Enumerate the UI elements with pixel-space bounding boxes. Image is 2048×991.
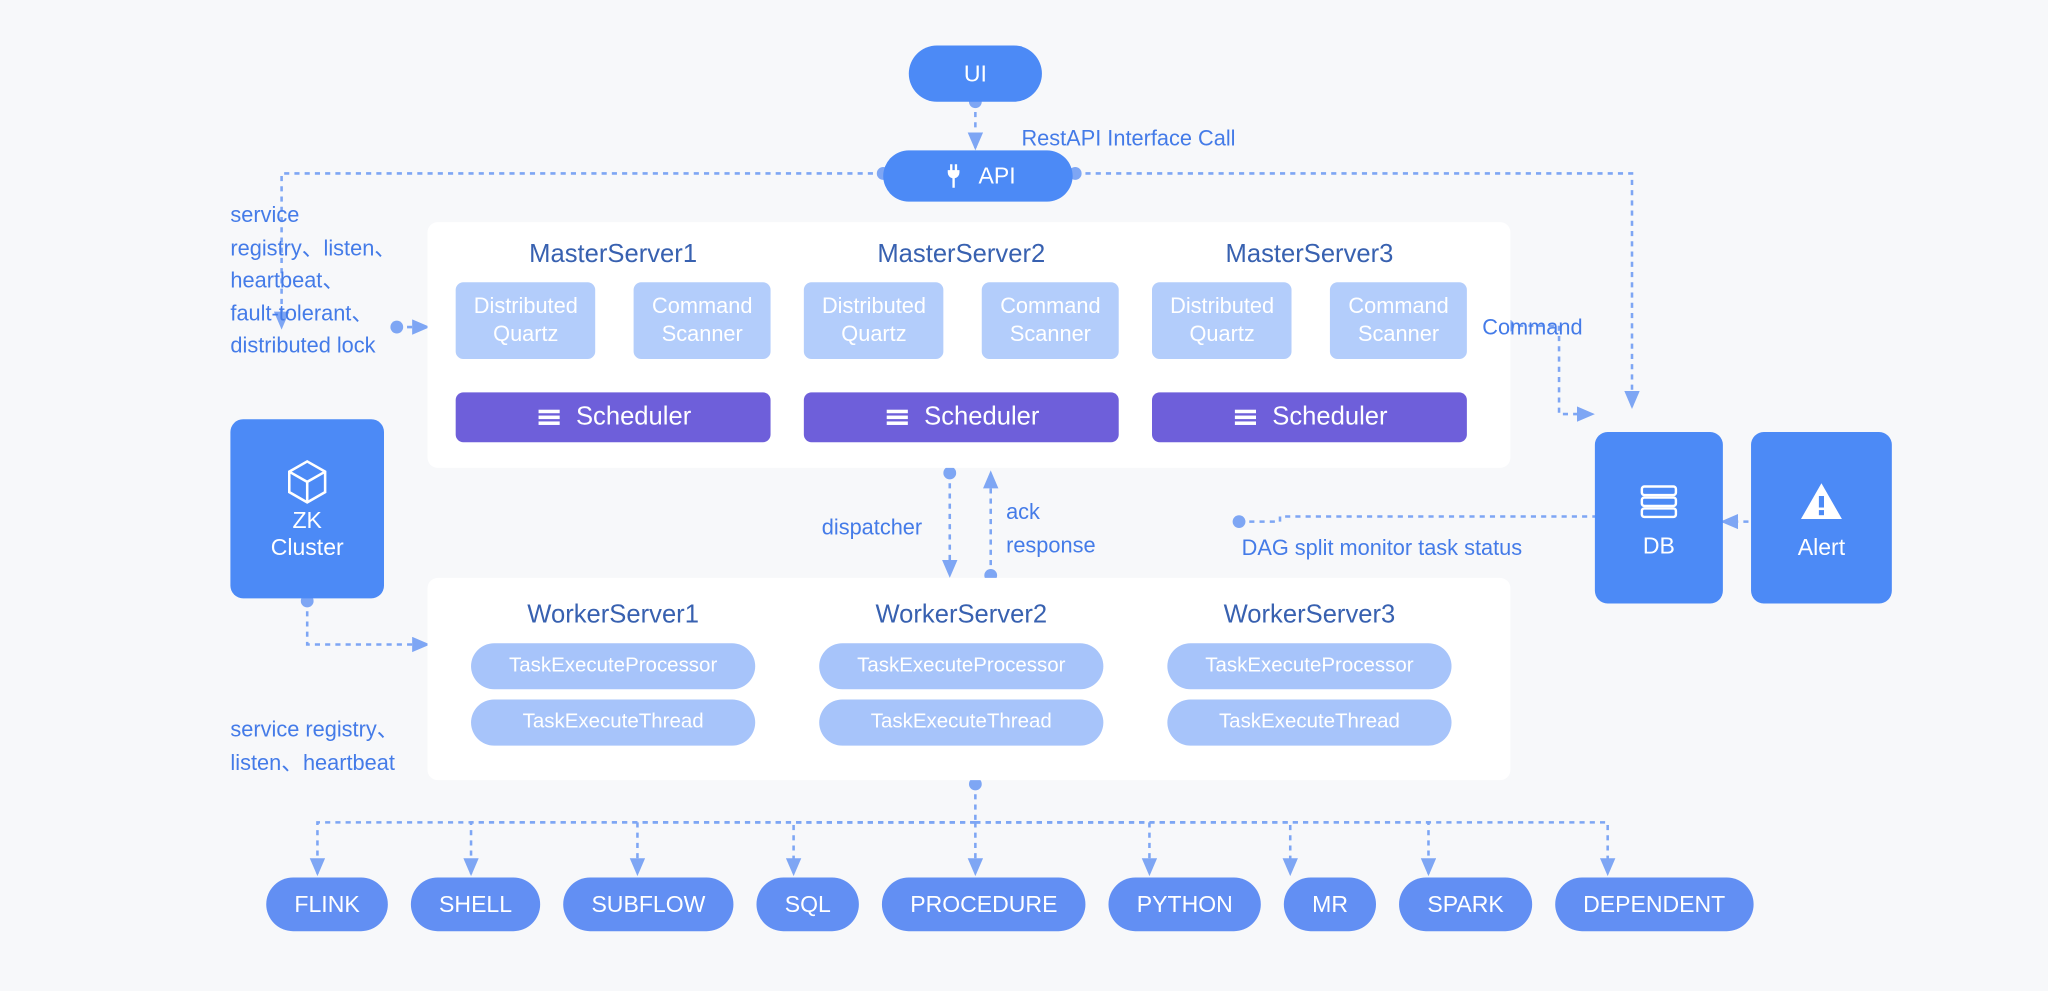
worker3-title: WorkerServer3 — [1144, 600, 1474, 629]
task-dependent: DEPENDENT — [1555, 877, 1753, 931]
worker2-thread: TaskExecuteThread — [819, 699, 1103, 745]
command-label: Command — [1482, 311, 1582, 344]
master2-scheduler: Scheduler — [804, 392, 1119, 442]
worker3-processor: TaskExecuteProcessor — [1167, 643, 1451, 689]
master2-distributed-quartz: DistributedQuartz — [804, 282, 944, 359]
db-icon — [1635, 476, 1684, 525]
dag-label: DAG split monitor task status — [1242, 531, 1523, 564]
master1-distributed-quartz: DistributedQuartz — [456, 282, 596, 359]
task-procedure: PROCEDURE — [882, 877, 1086, 931]
task-spark: SPARK — [1399, 877, 1532, 931]
task-flink: FLINK — [266, 877, 388, 931]
dispatcher-label: dispatcher — [822, 511, 922, 544]
task-python: PYTHON — [1109, 877, 1261, 931]
master3-scheduler: Scheduler — [1152, 392, 1467, 442]
worker1-thread: TaskExecuteThread — [471, 699, 755, 745]
task-shell: SHELL — [411, 877, 540, 931]
zk-bottom-label: service registry、 listen、heartbeat — [230, 713, 398, 778]
task-mr: MR — [1284, 877, 1376, 931]
master3-title: MasterServer3 — [1144, 240, 1474, 269]
scheduler-icon — [535, 403, 563, 431]
db-node: DB — [1595, 432, 1723, 604]
scheduler-icon — [1231, 403, 1259, 431]
alert-node: Alert — [1751, 432, 1892, 604]
master3-command-scanner: CommandScanner — [1330, 282, 1466, 359]
worker1-processor: TaskExecuteProcessor — [471, 643, 755, 689]
cube-icon — [282, 456, 333, 507]
plug-icon — [940, 161, 968, 189]
worker2-title: WorkerServer2 — [796, 600, 1126, 629]
master1-command-scanner: CommandScanner — [634, 282, 770, 359]
worker1-title: WorkerServer1 — [448, 600, 778, 629]
zk-cluster-node: ZKCluster — [230, 419, 384, 598]
alert-icon — [1796, 474, 1847, 525]
ui-node: UI — [909, 45, 1042, 101]
restapi-label: RestAPI Interface Call — [1021, 122, 1235, 155]
master3-distributed-quartz: DistributedQuartz — [1152, 282, 1292, 359]
worker2-processor: TaskExecuteProcessor — [819, 643, 1103, 689]
master1-title: MasterServer1 — [448, 240, 778, 269]
task-sql: SQL — [757, 877, 859, 931]
ack-label: ack response — [1006, 496, 1096, 561]
task-row: FLINK SHELL SUBFLOW SQL PROCEDURE PYTHON… — [266, 877, 1753, 931]
master1-scheduler: Scheduler — [456, 392, 771, 442]
worker3-thread: TaskExecuteThread — [1167, 699, 1451, 745]
scheduler-icon — [883, 403, 911, 431]
master2-command-scanner: CommandScanner — [982, 282, 1118, 359]
master2-title: MasterServer2 — [796, 240, 1126, 269]
zk-top-label: service registry、listen、 heartbeat、 faul… — [230, 199, 396, 362]
api-node: API — [883, 150, 1072, 201]
task-subflow: SUBFLOW — [563, 877, 733, 931]
